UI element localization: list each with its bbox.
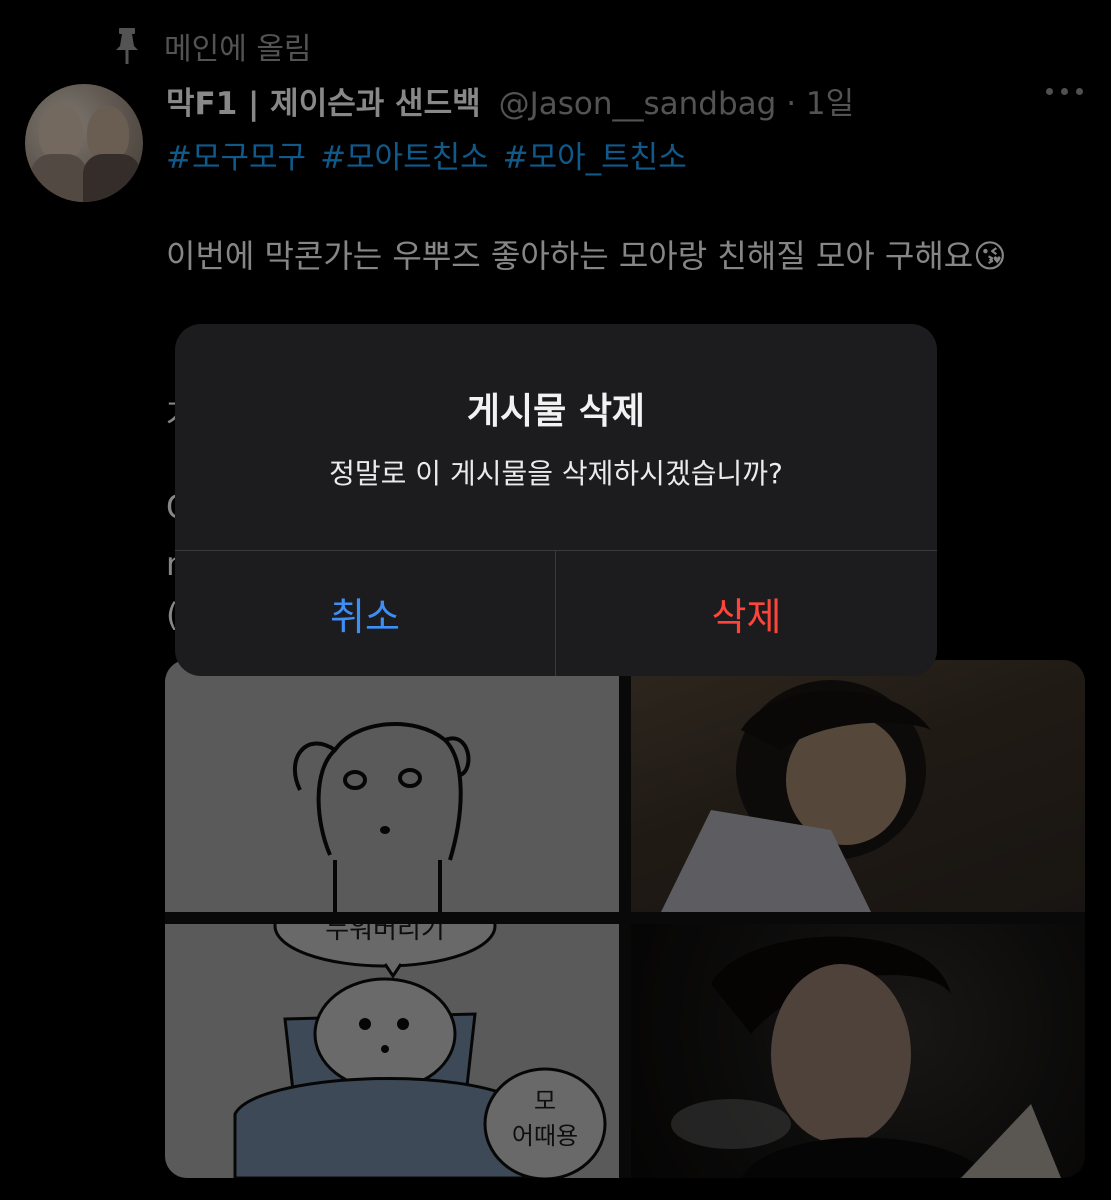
delete-button[interactable]: 삭제 <box>556 551 937 676</box>
tweet-page: 메인에 올림 막F1 | 제이슨과 샌드백 @Jason__sandbag · … <box>0 0 1111 1200</box>
delete-confirm-dialog: 게시물 삭제 정말로 이 게시물을 삭제하시겠습니까? 취소 삭제 <box>175 324 937 676</box>
dialog-message: 정말로 이 게시물을 삭제하시겠습니까? <box>329 457 783 490</box>
dialog-title: 게시물 삭제 <box>466 391 646 432</box>
cancel-button[interactable]: 취소 <box>175 551 555 676</box>
